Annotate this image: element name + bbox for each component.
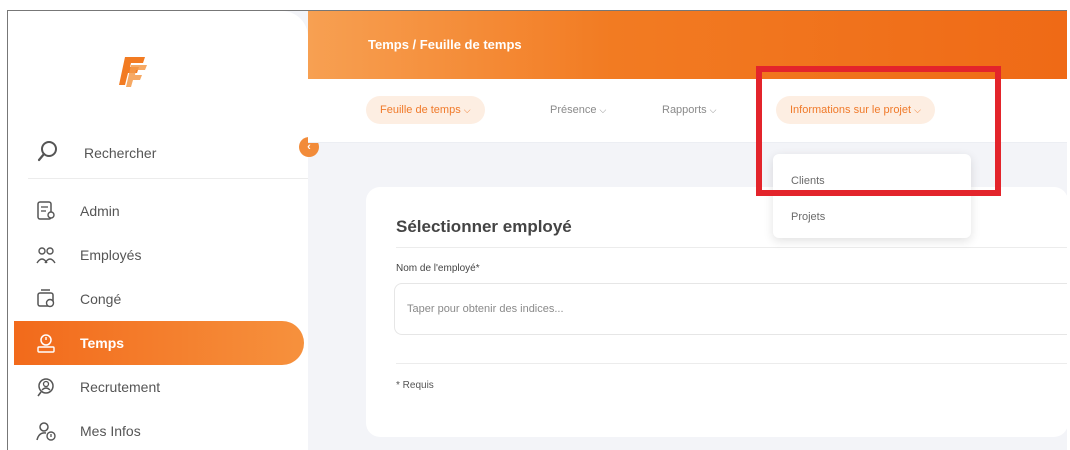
sidebar-nav: Admin Employés Congé Temps Recrutement M… [8, 189, 308, 450]
admin-icon [34, 199, 58, 223]
leave-icon [34, 287, 58, 311]
sidebar-item-temps[interactable]: Temps [14, 321, 304, 365]
recruitment-icon [34, 375, 58, 399]
tab-label: Présence [550, 104, 597, 116]
sidebar-item-label: Recrutement [80, 379, 161, 395]
sidebar-item-label: Mes Infos [80, 423, 141, 439]
sidebar-item-label: Temps [80, 335, 125, 351]
sidebar-item-conge[interactable]: Congé [8, 277, 308, 321]
breadcrumb: Temps / Feuille de temps [368, 37, 522, 52]
sidebar-item-label: Admin [80, 203, 120, 219]
sidebar-item-recrutement[interactable]: Recrutement [8, 365, 308, 409]
employees-icon [34, 243, 58, 267]
tab-label: Rapports [662, 104, 707, 116]
sidebar-search[interactable]: Rechercher [28, 131, 308, 179]
brand-logo-icon [111, 51, 151, 91]
sidebar: Rechercher Admin Employés Congé Temps Re… [8, 11, 308, 450]
tab-rapports[interactable]: Rapports ⌵ [648, 96, 730, 124]
search-label: Rechercher [84, 145, 157, 161]
tab-presence[interactable]: Présence ⌵ [536, 96, 620, 124]
employee-name-input[interactable] [394, 283, 1067, 335]
sidebar-item-mes-infos[interactable]: Mes Infos [8, 409, 308, 450]
chevron-down-icon: ⌵ [709, 105, 717, 115]
employee-name-label: Nom de l'employé* [396, 263, 480, 274]
chevron-down-icon: ⌵ [599, 105, 607, 115]
divider [396, 363, 1067, 364]
tab-feuille-de-temps[interactable]: Feuille de temps ⌵ [366, 96, 485, 124]
dropdown-item-projets[interactable]: Projets [791, 211, 825, 223]
sidebar-item-employes[interactable]: Employés [8, 233, 308, 277]
divider [396, 247, 1067, 248]
time-icon [34, 331, 58, 355]
sidebar-item-label: Congé [80, 291, 122, 307]
sidebar-item-admin[interactable]: Admin [8, 189, 308, 233]
required-note: * Requis [396, 380, 434, 391]
card-title: Sélectionner employé [396, 217, 572, 236]
annotation-highlight-box [756, 66, 1001, 196]
app-frame: Rechercher Admin Employés Congé Temps Re… [7, 10, 1067, 450]
chevron-down-icon: ⌵ [463, 105, 471, 115]
sidebar-item-label: Employés [80, 247, 142, 263]
tab-label: Feuille de temps [380, 104, 461, 116]
my-info-icon [34, 419, 58, 443]
search-icon [36, 139, 60, 168]
